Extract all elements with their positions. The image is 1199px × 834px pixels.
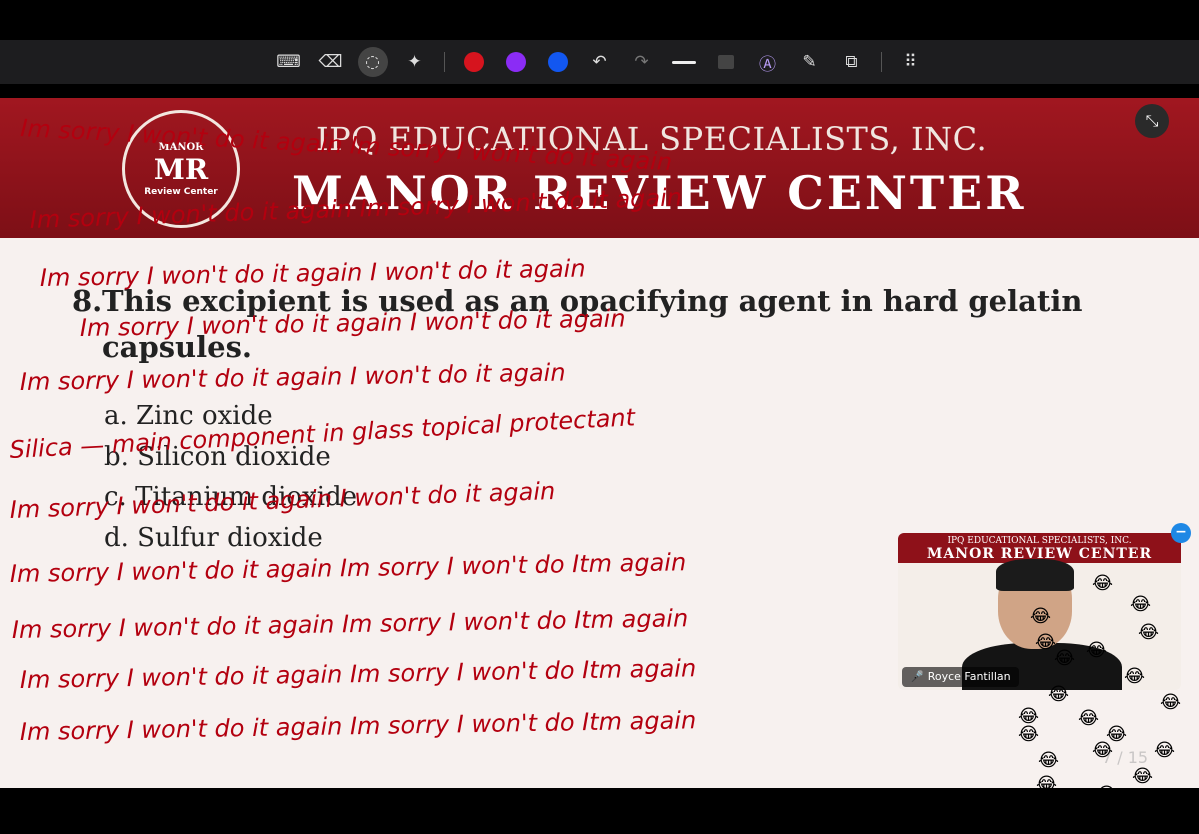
laughing-emoji-icon: 😂 [1036, 774, 1058, 795]
undo-icon[interactable]: ↶ [585, 47, 615, 77]
laughing-emoji-icon: 😂 [1035, 632, 1057, 653]
scribble-line: Im sorry I won't do it again Im sorry I … [20, 706, 697, 746]
share-icon[interactable]: ⧉ [837, 47, 867, 77]
logo-monogram: MR [153, 152, 209, 186]
logo-bottom-text: Review Center [144, 186, 218, 197]
pen-style-icon [717, 55, 734, 69]
banner-subtitle: IPQ EDUCATIONAL SPECIALISTS, INC. [316, 120, 988, 158]
color-red-button[interactable] [459, 47, 489, 77]
scribble-line: Im sorry I won't do it again Im sorry I … [12, 604, 689, 644]
participant-name: Royce Fantillan [927, 670, 1011, 683]
pen-icon[interactable]: ✎ [795, 47, 825, 77]
pen-style-button[interactable] [711, 47, 741, 77]
keyboard-icon[interactable]: ⌨ [274, 47, 304, 77]
laughing-emoji-icon: 😂 [1132, 766, 1154, 787]
choice-b: b. Silicon dioxide [104, 441, 331, 472]
choice-d: d. Sulfur dioxide [104, 522, 323, 553]
laughing-emoji-icon: 😂 [1048, 684, 1070, 705]
lasso-icon[interactable]: ◌ [357, 47, 388, 77]
answer-choices: a. Zinc oxide b. Silicon dioxide c. Tita… [104, 396, 357, 558]
blue-swatch-icon [547, 52, 568, 72]
eraser-icon[interactable]: ⌫ [316, 47, 346, 77]
toolbar-divider [880, 52, 882, 72]
laughing-emoji-icon: 😂 [1116, 796, 1138, 817]
slide-banner: MANOR MR Review Center IPQ EDUCATIONAL S… [0, 98, 1199, 238]
stroke-width-button[interactable] [669, 47, 699, 77]
laughing-emoji-icon: 😂 [1124, 666, 1146, 687]
magic-icon[interactable]: ✦ [400, 47, 430, 77]
laughing-emoji-icon: 😂 [1078, 708, 1100, 729]
laughing-emoji-icon: 😂 [1038, 750, 1060, 771]
laughing-emoji-icon: 😂 [1092, 740, 1114, 761]
redo-icon[interactable]: ↷ [627, 47, 657, 77]
grid-icon[interactable]: ⠿ [896, 47, 926, 77]
question-text: This excipient is used as an opacifying … [102, 284, 1083, 364]
minimize-video-icon[interactable]: − [1171, 523, 1191, 543]
scribble-line: Im sorry I won't do it again Im sorry I … [20, 654, 697, 694]
toolbar-divider [443, 52, 445, 72]
banner-title: MANOR REVIEW CENTER [292, 166, 1027, 220]
laughing-emoji-icon: 😂 [1086, 640, 1108, 661]
stroke-width-icon [671, 60, 696, 64]
laughing-emoji-icon: 😂 [1030, 606, 1052, 627]
laughing-emoji-icon: 😂 [1154, 740, 1176, 761]
question-number: 8. [72, 284, 103, 318]
laughing-emoji-icon: 😂 [1130, 594, 1152, 615]
red-swatch-icon [463, 52, 484, 72]
laughing-emoji-icon: 😂 [1092, 573, 1114, 594]
laughing-emoji-icon: 😂 [1138, 622, 1160, 643]
mic-muted-icon: 🎤 [910, 670, 924, 683]
choice-a: a. Zinc oxide [104, 401, 273, 431]
exit-fullscreen-icon[interactable]: ⤡ [1135, 104, 1169, 138]
laughing-emoji-icon: 😂 [1070, 806, 1092, 827]
logo-top-text: MANOR [158, 141, 204, 153]
review-center-logo: MANOR MR Review Center [122, 110, 240, 228]
laughing-emoji-icon: 😂 [1054, 648, 1076, 669]
annotation-toolbar: ⌨ ⌫ ◌ ✦ ↶ ↷ Ⓐ ✎ ⧉ ⠿ [0, 40, 1199, 84]
video-banner-subtitle: IPQ EDUCATIONAL SPECIALISTS, INC. [947, 536, 1132, 546]
participant-hair [996, 559, 1074, 591]
choice-c: c. Titanium dioxide [104, 482, 358, 512]
laughing-emoji-icon: 😂 [1096, 784, 1118, 805]
laughing-emoji-icon: 😂 [1018, 724, 1040, 745]
participant-name-tag: 🎤 Royce Fantillan [902, 667, 1019, 687]
color-blue-button[interactable] [543, 47, 573, 77]
question: 8. This excipient is used as an opacifyi… [72, 278, 1152, 370]
laughing-emoji-icon: 😂 [1160, 692, 1182, 713]
highlighter-icon[interactable]: Ⓐ [753, 47, 783, 77]
color-purple-button[interactable] [501, 47, 531, 77]
purple-swatch-icon [505, 52, 526, 72]
